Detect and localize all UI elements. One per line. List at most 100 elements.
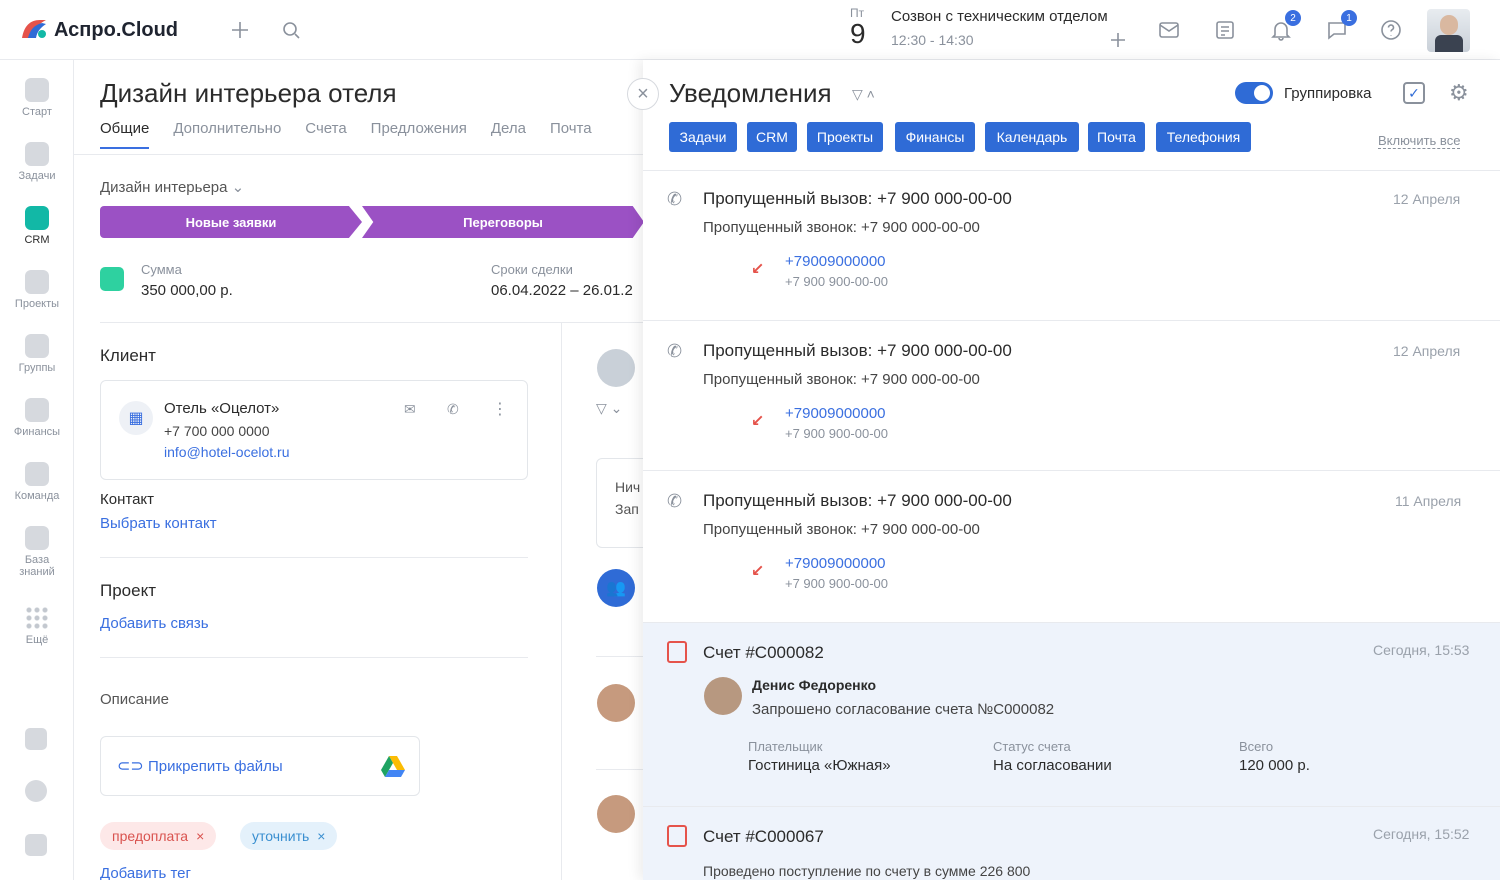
notification-badge: 2: [1285, 10, 1301, 26]
remove-tag-icon[interactable]: ×: [317, 828, 325, 844]
payer-value: Гостиница «Южная»: [748, 757, 891, 774]
notification-date: 12 Апреля: [1393, 343, 1461, 359]
phone-icon[interactable]: ✆: [447, 401, 459, 418]
notification-text: Пропущенный звонок: +7 900 000-00-00: [703, 219, 980, 236]
mail-icon[interactable]: [1155, 16, 1183, 44]
sidebar-item-crm[interactable]: CRM: [0, 206, 74, 246]
filter-calendar[interactable]: Календарь: [985, 122, 1079, 152]
filter-telephony[interactable]: Телефония: [1156, 122, 1251, 152]
search-icon[interactable]: [277, 16, 305, 44]
tab-additional[interactable]: Дополнительно: [173, 120, 281, 149]
event-title[interactable]: Созвон с техническим отделом: [891, 8, 1108, 25]
chat-icon[interactable]: 1: [1323, 10, 1357, 44]
notification-title: Пропущенный вызов: +7 900 000-00-00: [703, 341, 1012, 360]
feed-text: Зап: [615, 501, 639, 517]
sidebar-item-finance[interactable]: Финансы: [0, 398, 74, 438]
support-icon[interactable]: [25, 834, 47, 856]
term-label: Сроки сделки: [491, 262, 573, 277]
remove-tag-icon[interactable]: ×: [196, 828, 204, 844]
add-event-icon[interactable]: [1104, 26, 1132, 54]
notification-item[interactable]: ✆ Пропущенный вызов: +7 900 000-00-00 12…: [643, 320, 1500, 470]
aspro-icon[interactable]: [25, 728, 47, 750]
user-avatar[interactable]: [704, 677, 742, 715]
mark-read-icon[interactable]: ✓: [1403, 82, 1425, 104]
sidebar-item-tasks[interactable]: Задачи: [0, 142, 74, 182]
notification-item[interactable]: ✆ Пропущенный вызов: +7 900 000-00-00 12…: [643, 170, 1500, 320]
group-icon[interactable]: 👥: [597, 569, 635, 607]
close-panel-button[interactable]: ×: [627, 78, 659, 110]
feed-avatar[interactable]: [597, 349, 635, 387]
add-link[interactable]: Добавить связь: [100, 615, 209, 632]
notification-item[interactable]: Счет #С000082 Сегодня, 15:53 Денис Федор…: [643, 622, 1500, 806]
tasks-icon: [25, 142, 49, 166]
phone-formatted: +7 900 900-00-00: [785, 576, 889, 591]
filter-tasks[interactable]: Задачи: [669, 122, 737, 152]
grouping-toggle[interactable]: [1235, 82, 1273, 104]
phone-link[interactable]: +79009000000: [785, 405, 886, 422]
filter-mail[interactable]: Почта: [1088, 122, 1145, 152]
feed-avatar[interactable]: [597, 795, 635, 833]
logo-text[interactable]: Аспро.Cloud: [54, 19, 178, 42]
attach-files-box[interactable]: ⊂⊃ Прикрепить файлы: [100, 736, 420, 796]
tab-invoices[interactable]: Счета: [305, 120, 346, 149]
tab-cases[interactable]: Дела: [491, 120, 526, 149]
tag-clarify[interactable]: уточнить ×: [240, 822, 338, 850]
client-heading: Клиент: [100, 346, 156, 365]
help-icon[interactable]: [1377, 16, 1405, 44]
tab-general[interactable]: Общие: [100, 120, 150, 149]
client-card[interactable]: ▦ Отель «Оцелот» +7 700 000 0000 info@ho…: [100, 380, 528, 480]
stage-new[interactable]: Новые заявки: [100, 206, 362, 238]
tab-mail[interactable]: Почта: [550, 120, 592, 149]
notes-icon[interactable]: [1211, 16, 1239, 44]
funnel-select[interactable]: Дизайн интерьера ⌄: [100, 178, 244, 196]
sidebar-item-projects[interactable]: Проекты: [0, 270, 74, 310]
attach-files-button[interactable]: Прикрепить файлы: [148, 758, 283, 775]
bell-icon[interactable]: 2: [1267, 10, 1301, 44]
notification-item[interactable]: ✆ Пропущенный вызов: +7 900 000-00-00 11…: [643, 470, 1500, 622]
top-bar: Аспро.Cloud Пт 9 Созвон с техническим от…: [0, 0, 1500, 60]
client-email[interactable]: info@hotel-ocelot.ru: [164, 444, 290, 460]
filter-icon[interactable]: ▽ ⌄: [596, 400, 622, 417]
add-tag-link[interactable]: Добавить тег: [100, 865, 191, 880]
phone-link[interactable]: +79009000000: [785, 555, 886, 572]
feed-avatar[interactable]: [597, 684, 635, 722]
filter-projects[interactable]: Проекты: [807, 122, 883, 152]
missed-call-icon: ↙: [751, 563, 765, 580]
tag-prepayment[interactable]: предоплата ×: [100, 822, 217, 850]
more-icon[interactable]: ⋮: [492, 399, 508, 419]
gear-icon[interactable]: ⚙: [1449, 80, 1469, 106]
sidebar-item-more[interactable]: Ещё: [0, 606, 74, 646]
panel-title: Уведомления: [669, 78, 832, 108]
stage-negotiation[interactable]: Переговоры: [362, 206, 644, 238]
choose-contact-link[interactable]: Выбрать контакт: [100, 515, 217, 532]
enable-all-link[interactable]: Включить все: [1378, 133, 1461, 149]
invoice-icon: [667, 825, 687, 847]
filter-finance[interactable]: Финансы: [895, 122, 975, 152]
google-drive-icon[interactable]: [381, 756, 405, 778]
user-avatar[interactable]: [1427, 9, 1470, 52]
sidebar-item-groups[interactable]: Группы: [0, 334, 74, 374]
notification-item[interactable]: Счет #С000067 Сегодня, 15:52 Проведено п…: [643, 806, 1500, 880]
mail-icon[interactable]: ✉: [404, 401, 416, 418]
add-icon[interactable]: [226, 16, 254, 44]
description-heading: Описание: [100, 691, 170, 708]
logo-icon[interactable]: [20, 18, 48, 40]
sidebar: Старт Задачи CRM Проекты Группы Финансы …: [0, 60, 74, 880]
phone-link[interactable]: +79009000000: [785, 253, 886, 270]
divider: [100, 322, 644, 323]
total-value: 120 000 р.: [1239, 757, 1310, 774]
knowledge-icon: [25, 526, 49, 550]
deal-tabs: Общие Дополнительно Счета Предложения Де…: [100, 120, 592, 149]
sidebar-item-team[interactable]: Команда: [0, 462, 74, 502]
settings-icon[interactable]: [25, 780, 47, 802]
phone-icon: ✆: [667, 491, 683, 511]
filter-crm[interactable]: CRM: [747, 122, 797, 152]
filter-icon[interactable]: ▽ ˄: [852, 86, 875, 103]
user-name[interactable]: Денис Федоренко: [752, 677, 876, 693]
chevron-down-icon: ⌄: [231, 179, 245, 196]
feed-text: Нич: [615, 479, 641, 495]
sidebar-item-knowledge[interactable]: База знаний: [0, 526, 74, 578]
sidebar-item-start[interactable]: Старт: [0, 78, 74, 118]
tab-offers[interactable]: Предложения: [371, 120, 467, 149]
client-name[interactable]: Отель «Оцелот»: [164, 400, 279, 417]
